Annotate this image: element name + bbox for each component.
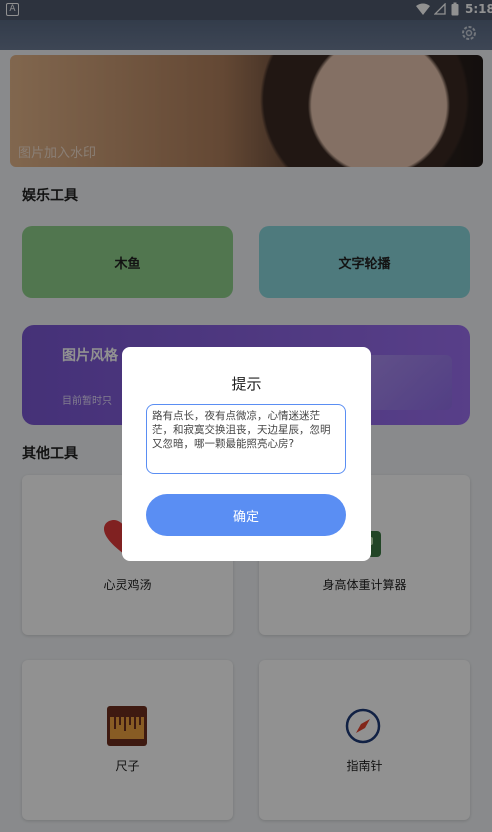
confirm-button[interactable]: 确定 xyxy=(146,494,346,536)
tip-dialog: 提示 路有点长，夜有点微凉，心情迷迷茫茫，和寂寞交换沮丧，天边星辰，忽明又忽暗，… xyxy=(122,347,371,561)
dialog-message: 路有点长，夜有点微凉，心情迷迷茫茫，和寂寞交换沮丧，天边星辰，忽明又忽暗，哪一颗… xyxy=(146,404,346,474)
confirm-button-label: 确定 xyxy=(232,509,259,525)
dialog-title: 提示 xyxy=(231,375,262,393)
